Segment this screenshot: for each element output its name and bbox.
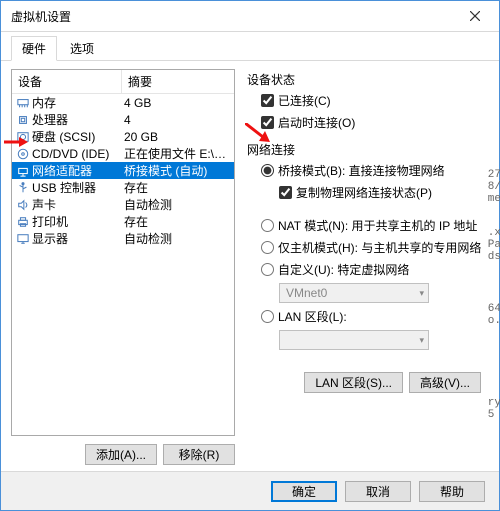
device-summary: 存在 — [124, 179, 232, 196]
lan-segment-radio[interactable] — [261, 310, 274, 323]
ok-button[interactable]: 确定 — [271, 481, 337, 502]
custom-label: 自定义(U): 特定虚拟网络 — [278, 261, 409, 278]
device-row[interactable]: 网络适配器桥接模式 (自动) — [12, 162, 234, 179]
device-name: 打印机 — [32, 213, 124, 230]
replicate-checkbox[interactable] — [279, 186, 292, 199]
lan-segments-button[interactable]: LAN 区段(S)... — [304, 372, 403, 393]
device-name: 声卡 — [32, 196, 124, 213]
column-header-device[interactable]: 设备 — [12, 70, 122, 93]
device-rows: 内存4 GB处理器4硬盘 (SCSI)20 GBCD/DVD (IDE)正在使用… — [12, 94, 234, 435]
device-name: 显示器 — [32, 230, 124, 247]
hostonly-label: 仅主机模式(H): 与主机共享的专用网络 — [278, 239, 481, 256]
device-summary: 存在 — [124, 213, 232, 230]
device-row[interactable]: 内存4 GB — [12, 94, 234, 111]
device-summary: 自动检测 — [124, 196, 232, 213]
device-name: 硬盘 (SCSI) — [32, 128, 124, 145]
custom-option[interactable]: 自定义(U): 特定虚拟网络 — [261, 261, 485, 278]
memory-icon — [14, 97, 32, 109]
lan-segment-label: LAN 区段(L): — [278, 308, 347, 325]
device-summary: 4 GB — [124, 96, 232, 110]
lan-segment-dropdown[interactable]: ▾ — [279, 330, 429, 350]
device-summary: 桥接模式 (自动) — [124, 162, 232, 179]
device-name: CD/DVD (IDE) — [32, 147, 124, 161]
nat-label: NAT 模式(N): 用于共享主机的 IP 地址 — [278, 217, 477, 234]
device-row[interactable]: 硬盘 (SCSI)20 GB — [12, 128, 234, 145]
connected-option[interactable]: 已连接(C) — [261, 92, 485, 109]
device-row[interactable]: USB 控制器存在 — [12, 179, 234, 196]
device-name: USB 控制器 — [32, 179, 124, 196]
device-list-header: 设备 摘要 — [12, 70, 234, 94]
network-connection-group: 网络连接 桥接模式(B): 直接连接物理网络 复制物理网络连接状态(P) NAT… — [247, 141, 485, 350]
help-button[interactable]: 帮助 — [419, 481, 485, 502]
nat-radio[interactable] — [261, 219, 274, 232]
replicate-label: 复制物理网络连接状态(P) — [296, 184, 432, 201]
custom-radio[interactable] — [261, 263, 274, 276]
device-summary: 20 GB — [124, 130, 232, 144]
device-row[interactable]: 显示器自动检测 — [12, 230, 234, 247]
left-pane: 设备 摘要 内存4 GB处理器4硬盘 (SCSI)20 GBCD/DVD (ID… — [11, 69, 235, 471]
column-header-summary[interactable]: 摘要 — [122, 70, 234, 93]
cancel-button[interactable]: 取消 — [345, 481, 411, 502]
device-row[interactable]: 声卡自动检测 — [12, 196, 234, 213]
device-list: 设备 摘要 内存4 GB处理器4硬盘 (SCSI)20 GBCD/DVD (ID… — [11, 69, 235, 436]
nat-option[interactable]: NAT 模式(N): 用于共享主机的 IP 地址 — [261, 217, 485, 234]
bridged-label: 桥接模式(B): 直接连接物理网络 — [278, 162, 445, 179]
dialog-title: 虚拟机设置 — [11, 8, 455, 25]
sound-icon — [14, 199, 32, 211]
replicate-option[interactable]: 复制物理网络连接状态(P) — [279, 184, 485, 201]
tab-strip: 硬件 选项 — [1, 32, 499, 61]
titlebar: 虚拟机设置 — [1, 1, 499, 32]
advanced-button[interactable]: 高级(V)... — [409, 372, 481, 393]
hostonly-option[interactable]: 仅主机模式(H): 与主机共享的专用网络 — [261, 239, 485, 256]
device-name: 网络适配器 — [32, 162, 124, 179]
bridged-option[interactable]: 桥接模式(B): 直接连接物理网络 — [261, 162, 485, 179]
usb-icon — [14, 182, 32, 194]
dialog-body: 设备 摘要 内存4 GB处理器4硬盘 (SCSI)20 GBCD/DVD (ID… — [1, 61, 499, 471]
connected-checkbox[interactable] — [261, 94, 274, 107]
close-button[interactable] — [455, 2, 495, 30]
close-icon — [470, 11, 480, 21]
net-icon — [14, 165, 32, 177]
chevron-down-icon: ▾ — [419, 288, 424, 299]
cpu-icon — [14, 114, 32, 126]
cd-icon — [14, 148, 32, 160]
vmnet-value: VMnet0 — [286, 286, 327, 300]
vm-settings-dialog: 虚拟机设置 硬件 选项 设备 摘要 内存4 GB处理器4硬盘 (SCSI)20 … — [0, 0, 500, 511]
device-row[interactable]: 处理器4 — [12, 111, 234, 128]
connect-at-poweron-label: 启动时连接(O) — [278, 114, 355, 131]
device-summary: 4 — [124, 113, 232, 127]
tab-options[interactable]: 选项 — [59, 36, 105, 60]
dialog-footer: 确定 取消 帮助 — [1, 471, 499, 510]
connect-at-poweron-option[interactable]: 启动时连接(O) — [261, 114, 485, 131]
network-connection-title: 网络连接 — [247, 141, 485, 158]
right-pane: 设备状态 已连接(C) 启动时连接(O) 网络连接 — [247, 69, 489, 471]
add-device-button[interactable]: 添加(A)... — [85, 444, 157, 465]
bridged-radio[interactable] — [261, 164, 274, 177]
printer-icon — [14, 216, 32, 228]
remove-device-button[interactable]: 移除(R) — [163, 444, 235, 465]
device-list-buttons: 添加(A)... 移除(R) — [11, 436, 235, 471]
device-row[interactable]: CD/DVD (IDE)正在使用文件 E:\总下载目录... — [12, 145, 234, 162]
device-summary: 正在使用文件 E:\总下载目录... — [124, 145, 232, 162]
hostonly-radio[interactable] — [261, 241, 274, 254]
device-name: 处理器 — [32, 111, 124, 128]
device-row[interactable]: 打印机存在 — [12, 213, 234, 230]
chevron-down-icon: ▾ — [419, 335, 424, 346]
connected-label: 已连接(C) — [278, 92, 331, 109]
lan-segment-option[interactable]: LAN 区段(L): — [261, 308, 485, 325]
device-state-group: 设备状态 已连接(C) 启动时连接(O) — [247, 71, 485, 131]
right-buttons: LAN 区段(S)... 高级(V)... — [247, 360, 485, 393]
display-icon — [14, 233, 32, 245]
connect-at-poweron-checkbox[interactable] — [261, 116, 274, 129]
disk-icon — [14, 131, 32, 143]
vmnet-dropdown[interactable]: VMnet0 ▾ — [279, 283, 429, 303]
device-summary: 自动检测 — [124, 230, 232, 247]
device-name: 内存 — [32, 94, 124, 111]
device-state-title: 设备状态 — [247, 71, 485, 88]
tab-hardware[interactable]: 硬件 — [11, 36, 57, 61]
